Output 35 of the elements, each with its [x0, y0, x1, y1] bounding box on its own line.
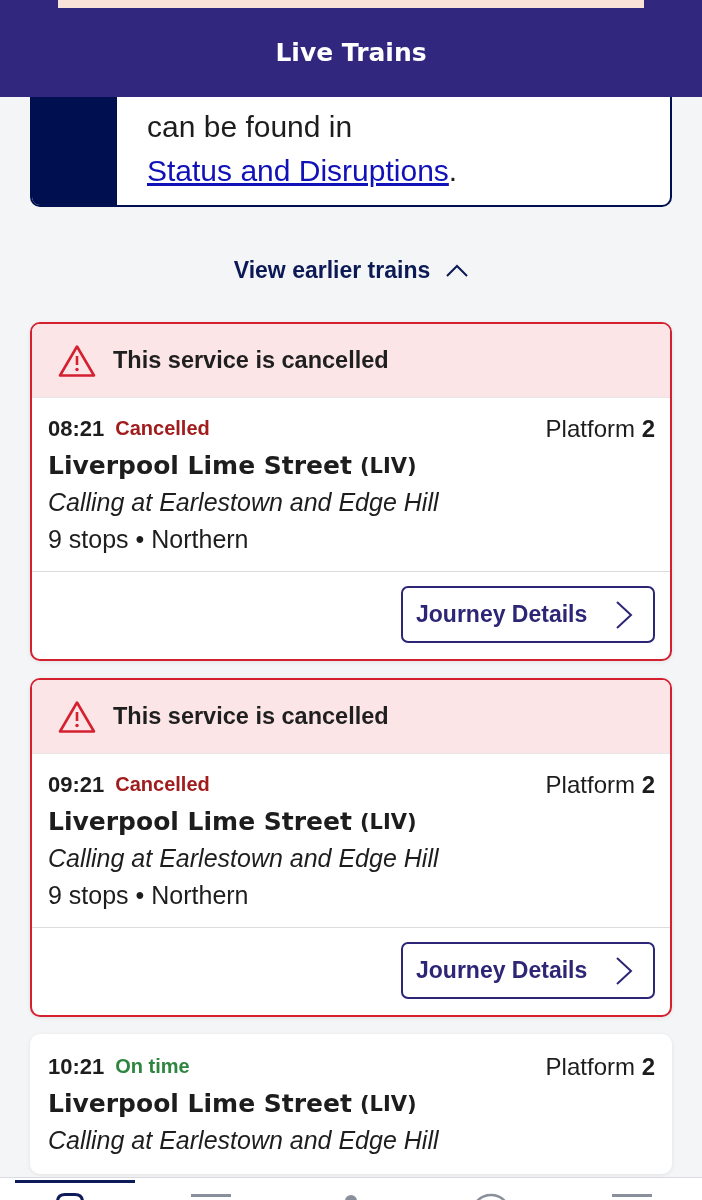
station-code: (LIV)	[359, 453, 417, 478]
station-code: (LIV)	[359, 809, 417, 834]
platform-label: Platform 2	[545, 770, 655, 799]
alert-message: This service is cancelled	[113, 347, 389, 374]
platform-label: Platform 2	[545, 1052, 655, 1081]
bar-icon[interactable]	[611, 1193, 652, 1200]
alert-message: This service is cancelled	[113, 703, 389, 730]
chevron-right-icon	[615, 955, 633, 986]
departure-time: 10:21	[48, 1053, 105, 1080]
calling-points: Calling at Earlestown and Edge Hill	[48, 1126, 439, 1155]
calling-points: Calling at Earlestown and Edge Hill	[48, 844, 439, 873]
destination-name: Liverpool Lime Street	[48, 451, 352, 480]
platform-label: Platform 2	[545, 414, 655, 443]
destination-name: Liverpool Lime Street	[48, 807, 352, 836]
service-details: 9 stops • Northern	[48, 525, 249, 554]
status-link[interactable]: Status and Disruptions	[147, 154, 449, 187]
warning-icon	[58, 343, 96, 378]
chevron-right-icon	[615, 599, 633, 630]
warning-icon	[58, 699, 96, 734]
departure-time: 09:21	[48, 771, 105, 798]
calling-points: Calling at Earlestown and Edge Hill	[48, 488, 439, 517]
arch-icon[interactable]	[56, 1193, 85, 1200]
view-earlier-trains-button[interactable]: View earlier trains	[233, 257, 469, 284]
journey-details-button[interactable]: Journey Details	[401, 586, 655, 643]
service-details: 9 stops • Northern	[48, 881, 249, 910]
notice-text: can be found in Status and Disruptions.	[146, 109, 459, 189]
station-code: (LIV)	[359, 1091, 417, 1116]
service-status: On time	[115, 1055, 190, 1078]
destination-name: Liverpool Lime Street	[48, 1089, 352, 1118]
bar-icon[interactable]	[190, 1193, 231, 1200]
departure-time: 08:21	[48, 415, 105, 442]
service-status: Cancelled	[115, 417, 210, 440]
page-title: Live Trains	[275, 38, 427, 67]
journey-details-button[interactable]: Journey Details	[401, 942, 655, 999]
service-status: Cancelled	[115, 773, 210, 796]
